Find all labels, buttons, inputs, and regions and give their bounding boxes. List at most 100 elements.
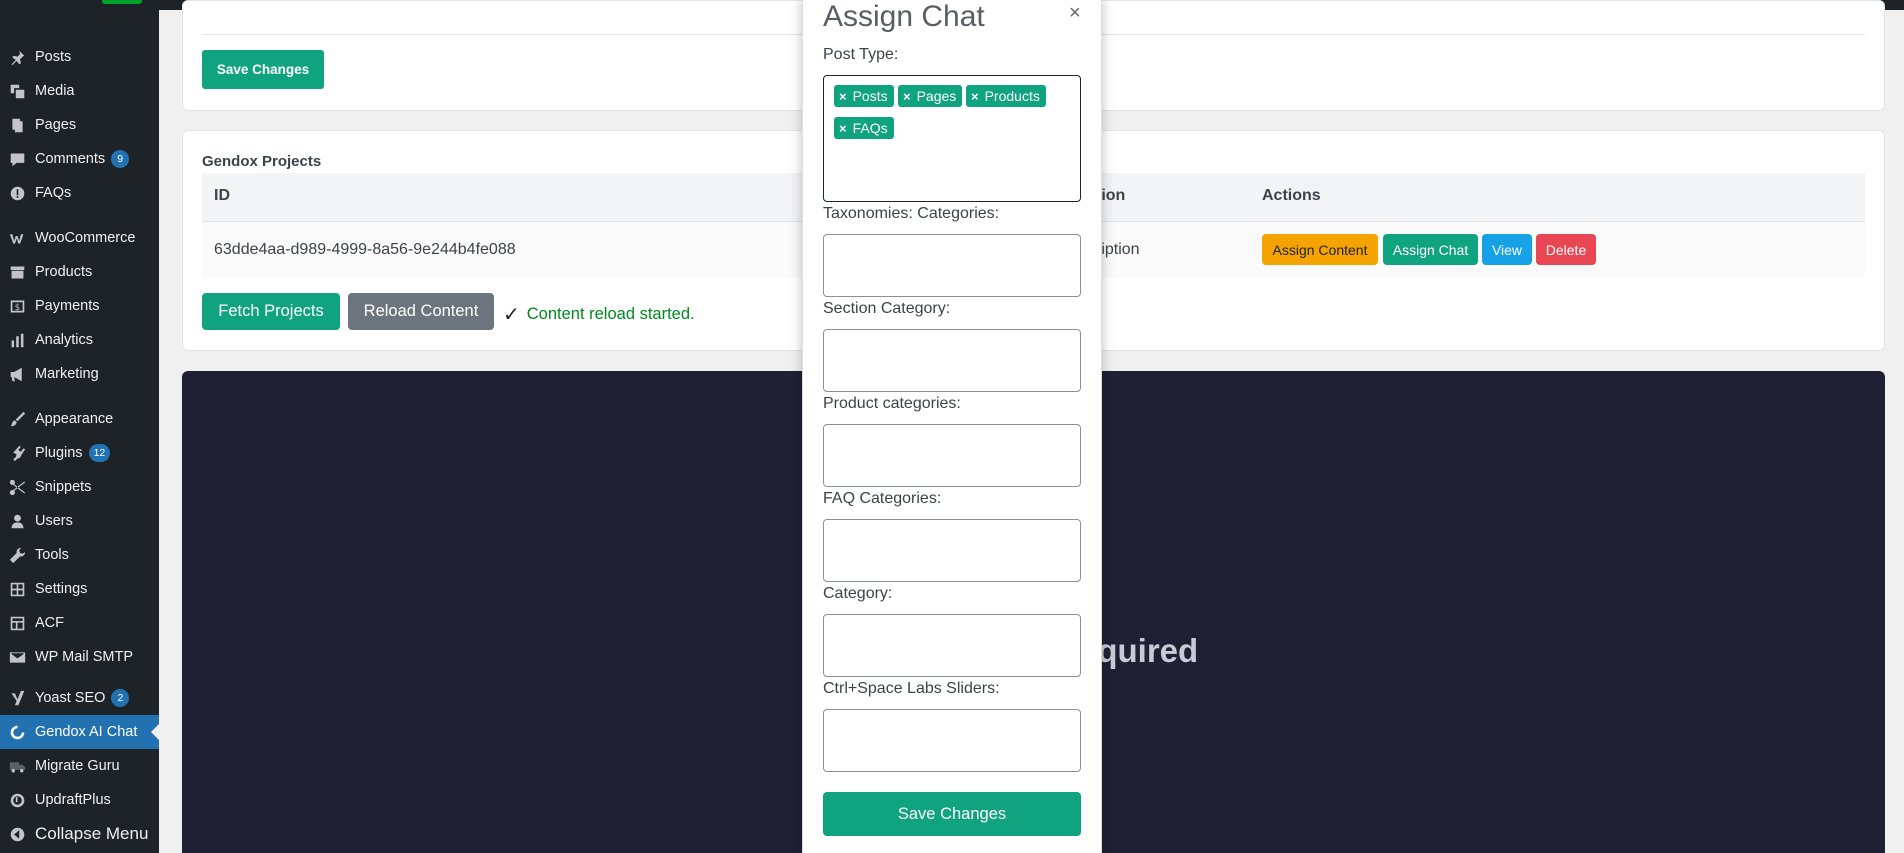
remove-tag-icon[interactable]: × [971, 89, 979, 104]
sidebar-item-label: Settings [35, 581, 88, 597]
mail-icon [8, 648, 26, 666]
sidebar-item-marketing[interactable]: Marketing [0, 357, 159, 391]
sidebar-item-appearance[interactable]: Appearance [0, 402, 159, 436]
sidebar-item-woocommerce[interactable]: WooCommerce [0, 221, 159, 255]
sidebar-item-label: WooCommerce [35, 230, 136, 246]
user-icon [8, 512, 26, 530]
sidebar-item-comments[interactable]: Comments 9 [0, 142, 159, 176]
wrench-icon [8, 546, 26, 564]
reload-content-button[interactable]: Reload Content [348, 293, 494, 330]
assign-chat-button[interactable]: Assign Chat [1383, 234, 1478, 265]
sidebar-item-plugins[interactable]: Plugins 12 [0, 436, 159, 470]
post-type-multiselect[interactable]: × Posts × Pages × Products × FAQs [823, 75, 1081, 202]
column-header-id: ID [214, 187, 230, 204]
sidebar-item-label: Analytics [35, 332, 94, 348]
sidebar-item-users[interactable]: Users [0, 504, 159, 538]
collapse-icon [8, 825, 26, 843]
sidebar-item-pages[interactable]: Pages [0, 108, 159, 142]
sidebar-item-yoast-seo[interactable]: Yoast SEO 2 [0, 681, 159, 715]
sidebar-item-payments[interactable]: $ Payments [0, 289, 159, 323]
faq-categories-label: FAQ Categories: [823, 490, 942, 507]
plugin-icon [8, 444, 26, 462]
reload-status-text: Content reload started. [526, 305, 695, 323]
view-button[interactable]: View [1482, 234, 1532, 265]
comments-count-badge: 9 [111, 150, 130, 168]
project-description-cell: ription [1096, 241, 1140, 258]
projects-title: Gendox Projects [202, 153, 322, 170]
sidebar-item-label: Marketing [35, 366, 99, 382]
media-icon [8, 82, 26, 100]
post-type-label: Post Type: [823, 46, 899, 63]
project-id-cell: 63dde4aa-d989-4999-8a56-9e244b4fe088 [214, 241, 516, 258]
sidebar-item-label: WP Mail SMTP [35, 649, 134, 665]
fetch-projects-button[interactable]: Fetch Projects [202, 293, 340, 330]
sidebar-item-migrate-guru[interactable]: Migrate Guru [0, 749, 159, 783]
taxonomies-categories-select[interactable] [823, 234, 1081, 297]
sidebar-item-label: Comments [35, 151, 106, 167]
product-categories-select[interactable] [823, 424, 1081, 487]
post-type-tag-pages: × Pages [898, 85, 963, 107]
sidebar-item-label: Snippets [35, 479, 92, 495]
remove-tag-icon[interactable]: × [839, 89, 847, 104]
assign-content-button[interactable]: Assign Content [1262, 234, 1378, 265]
info-icon [8, 184, 26, 202]
grid-icon [8, 614, 26, 632]
assign-chat-modal: Assign Chat × Post Type: × Posts × Pages ×… [802, 0, 1102, 853]
remove-tag-icon[interactable]: × [839, 121, 847, 136]
sidebar-item-settings[interactable]: Settings [0, 572, 159, 606]
sliders-label: Ctrl+Space Labs Sliders: [823, 680, 1000, 697]
sidebar-item-label: Users [35, 513, 73, 529]
close-icon[interactable]: × [1069, 2, 1081, 25]
post-type-tag-products: × Products [966, 85, 1046, 107]
category-select[interactable] [823, 614, 1081, 677]
category-label: Category: [823, 585, 893, 602]
modal-save-button[interactable]: Save Changes [823, 792, 1081, 836]
sidebar-item-faqs[interactable]: FAQs [0, 176, 159, 210]
sidebar-item-label: ACF [35, 615, 64, 631]
sidebar-item-posts[interactable]: Posts [0, 40, 159, 74]
gendox-icon [8, 723, 26, 741]
sidebar-item-tools[interactable]: Tools [0, 538, 159, 572]
svg-text:$: $ [14, 302, 19, 312]
sidebar-item-gendox-ai-chat[interactable]: Gendox AI Chat [0, 715, 159, 749]
sidebar-item-acf[interactable]: ACF [0, 606, 159, 640]
scissors-icon [8, 478, 26, 496]
remove-tag-icon[interactable]: × [903, 89, 911, 104]
section-category-label: Section Category: [823, 300, 951, 317]
reload-status-message: ✓ Content reload started. [503, 302, 695, 327]
megaphone-icon [8, 365, 26, 383]
sidebar-item-updraftplus[interactable]: UpdraftPlus [0, 783, 159, 817]
pin-icon [8, 48, 26, 66]
admin-sidebar: Posts Media Pages Comments 9 FAQs WooCom… [0, 10, 159, 853]
archive-icon [8, 263, 26, 281]
yoast-notifications-badge: 2 [111, 689, 130, 707]
settings-save-button[interactable]: Save Changes [202, 50, 324, 89]
delete-button[interactable]: Delete [1536, 234, 1596, 265]
sidebar-item-label: Collapse Menu [35, 824, 149, 843]
sidebar-collapse-menu[interactable]: Collapse Menu [0, 817, 159, 851]
dollar-icon: $ [8, 297, 26, 315]
pages-icon [8, 116, 26, 134]
comment-icon [8, 150, 26, 168]
sidebar-item-label: Migrate Guru [35, 758, 120, 774]
sidebar-item-snippets[interactable]: Snippets [0, 470, 159, 504]
truck-icon [8, 757, 26, 775]
checkmark-icon: ✓ [503, 304, 520, 326]
sidebar-item-analytics[interactable]: Analytics [0, 323, 159, 357]
section-category-select[interactable] [823, 329, 1081, 392]
faq-categories-select[interactable] [823, 519, 1081, 582]
modal-title: Assign Chat [823, 0, 985, 33]
sidebar-item-label: Pages [35, 117, 77, 133]
column-header-actions: Actions [1262, 187, 1321, 204]
yoast-icon [8, 689, 26, 707]
taxonomies-categories-label: Taxonomies: Categories: [823, 205, 1000, 222]
sliders-select[interactable] [823, 709, 1081, 772]
sidebar-item-products[interactable]: Products [0, 255, 159, 289]
woocommerce-icon [8, 229, 26, 247]
sidebar-item-wp-mail-smtp[interactable]: WP Mail SMTP [0, 640, 159, 674]
admin-bar-update-indicator[interactable] [102, 0, 142, 4]
sidebar-item-label: FAQs [35, 185, 72, 201]
sidebar-item-media[interactable]: Media [0, 74, 159, 108]
sidebar-item-label: Media [35, 83, 75, 99]
sidebar-item-label: Posts [35, 49, 72, 65]
